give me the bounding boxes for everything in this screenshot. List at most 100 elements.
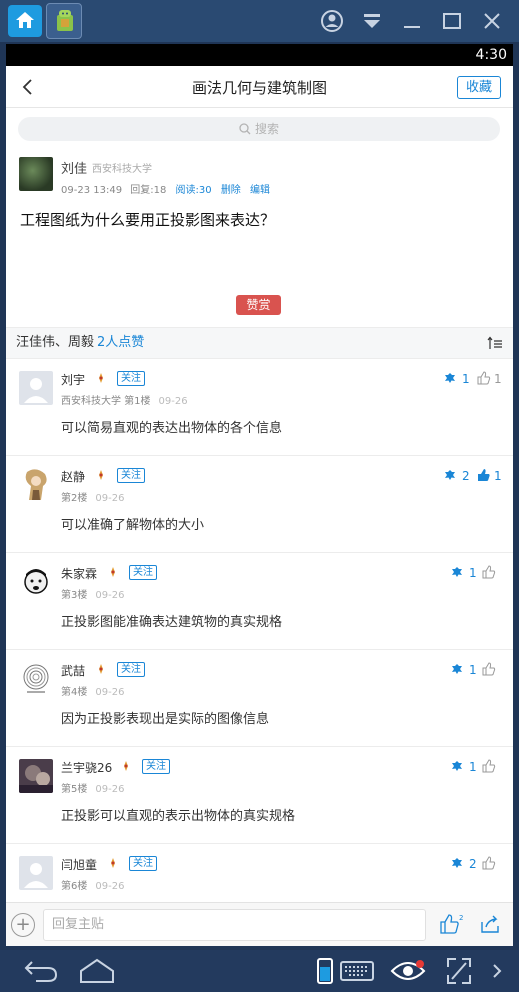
maximize-button[interactable] — [439, 8, 465, 34]
eye-icon[interactable] — [390, 957, 426, 985]
medal-icon — [124, 761, 128, 771]
thumb-up-button[interactable] — [482, 856, 499, 871]
flower-button[interactable]: 1 — [450, 759, 477, 774]
avatar[interactable] — [19, 662, 53, 696]
android-back-button[interactable] — [22, 957, 60, 985]
main-post: 刘佳 西安科技大学 09-23 13:49 回复:18 阅读:30 删除 编辑 … — [6, 148, 513, 355]
emulator-title-bar — [0, 0, 519, 42]
flower-button[interactable]: 1 — [450, 662, 477, 677]
post-reads: 阅读:30 — [175, 185, 212, 196]
avatar[interactable] — [19, 468, 53, 502]
flower-icon — [452, 664, 462, 674]
fullscreen-icon[interactable] — [446, 957, 472, 985]
follow-button[interactable]: 关注 — [129, 856, 157, 871]
thumb-up-button[interactable] — [482, 759, 499, 774]
flower-button[interactable]: 1 — [450, 565, 477, 580]
like-names: 汪佳伟、周毅 — [16, 335, 95, 350]
comment-date: 09-26 — [158, 396, 188, 407]
thumb-up-icon: 2 — [440, 914, 463, 934]
author-avatar[interactable] — [19, 157, 53, 191]
commenter-name[interactable]: 刘宇 — [61, 371, 85, 388]
flower-button[interactable]: 2 — [443, 468, 470, 483]
comment-date: 09-26 — [95, 590, 125, 601]
delete-button[interactable]: 删除 — [221, 185, 241, 196]
comment-item: 赵静 关注 第2楼 09-26 可以准确了解物体的大小 2 1 — [6, 456, 513, 553]
comment-floor: 第2楼 09-26 — [61, 493, 125, 504]
keyboard-icon[interactable] — [340, 957, 374, 985]
comment-floor: 第5楼 09-26 — [61, 784, 125, 795]
android-app-icon — [57, 10, 73, 31]
comment-floor: 西安科技大学 第1楼 09-26 — [61, 396, 188, 407]
page-title: 画法几何与建筑制图 — [191, 79, 327, 97]
sort-icon[interactable] — [487, 336, 503, 350]
flower-button[interactable]: 2 — [450, 856, 477, 871]
thumb-up-icon — [482, 856, 496, 870]
edit-button[interactable]: 编辑 — [250, 185, 270, 196]
thumb-up-button[interactable]: 1 — [477, 371, 502, 386]
nav-bar: 画法几何与建筑制图 收藏 — [6, 66, 513, 108]
emulator-home-tab[interactable] — [8, 5, 42, 37]
phone-rotate-button[interactable] — [316, 957, 334, 985]
reward-button[interactable]: 赞赏 — [236, 295, 281, 315]
close-button[interactable] — [479, 8, 505, 34]
avatar[interactable] — [19, 856, 53, 890]
search-input[interactable]: 搜索 — [18, 117, 500, 141]
share-icon — [481, 915, 499, 933]
follow-button[interactable]: 关注 — [117, 468, 145, 483]
commenter-name[interactable]: 赵静 — [61, 468, 85, 485]
follow-button[interactable]: 关注 — [117, 662, 145, 677]
emulator-app-tab[interactable] — [46, 3, 82, 39]
chevron-right-icon[interactable] — [490, 957, 504, 985]
author-name[interactable]: 刘佳 — [61, 158, 87, 177]
avatar[interactable] — [19, 371, 53, 405]
flower-icon — [452, 567, 462, 577]
medal-icon — [99, 664, 103, 674]
reply-bar: + 回复主贴 2 — [6, 902, 513, 946]
share-button[interactable] — [479, 913, 501, 939]
comment-item: 兰宇骁26 关注 第5楼 09-26 正投影可以直观的表示出物体的真实规格 1 — [6, 747, 513, 844]
like-count[interactable]: 2人点赞 — [97, 335, 144, 350]
plus-button[interactable]: + — [11, 913, 35, 937]
reply-input[interactable]: 回复主贴 — [43, 909, 426, 941]
thumb-up-icon — [482, 662, 496, 676]
thumb-up-button[interactable] — [482, 662, 499, 677]
flower-icon — [452, 858, 462, 868]
android-home-button[interactable] — [78, 957, 116, 985]
favorite-button[interactable]: 收藏 — [457, 76, 501, 99]
follow-button[interactable]: 关注 — [142, 759, 170, 774]
account-button[interactable] — [319, 8, 345, 34]
comment-text: 正投影图能准确表达建筑物的真实规格 — [61, 615, 283, 630]
comment-date: 09-26 — [95, 687, 125, 698]
comment-date: 09-26 — [95, 784, 125, 795]
comment-item: 武喆 关注 第4楼 09-26 因为正投影表现出是实际的图像信息 1 — [6, 650, 513, 747]
flower-button[interactable]: 1 — [443, 371, 470, 386]
follow-button[interactable]: 关注 — [129, 565, 157, 580]
search-placeholder: 搜索 — [254, 122, 279, 136]
post-datetime: 09-23 13:49 — [61, 185, 123, 196]
comment-floor: 第3楼 09-26 — [61, 590, 125, 601]
commenter-name[interactable]: 兰宇骁26 — [61, 759, 112, 776]
author-school: 西安科技大学 — [92, 164, 152, 175]
minimize-button[interactable] — [399, 8, 425, 34]
comment-item: 刘宇 关注 西安科技大学 第1楼 09-26 可以简易直观的表达出物体的各个信息 … — [6, 359, 513, 456]
commenter-name[interactable]: 朱家霖 — [61, 565, 97, 582]
commenter-name[interactable]: 武喆 — [61, 662, 85, 679]
download-button[interactable] — [359, 8, 385, 34]
like-post-button[interactable]: 2 — [440, 913, 464, 939]
commenter-name[interactable]: 闫旭童 — [61, 856, 97, 873]
flower-icon — [452, 761, 462, 771]
avatar[interactable] — [19, 565, 53, 599]
comment-text: 正投影可以直观的表示出物体的真实规格 — [61, 809, 296, 824]
account-icon — [321, 10, 343, 32]
comment-list: 刘宇 关注 西安科技大学 第1楼 09-26 可以简易直观的表达出物体的各个信息 … — [6, 359, 513, 941]
medal-icon — [111, 567, 115, 577]
plus-icon: + — [15, 914, 31, 935]
thumb-up-button[interactable]: 1 — [477, 468, 502, 483]
home-icon — [16, 12, 34, 28]
follow-button[interactable]: 关注 — [117, 371, 145, 386]
thumb-up-icon — [477, 371, 491, 385]
comment-text: 可以准确了解物体的大小 — [61, 518, 205, 533]
thumb-up-button[interactable] — [482, 565, 499, 580]
medal-icon — [111, 858, 115, 868]
avatar[interactable] — [19, 759, 53, 793]
